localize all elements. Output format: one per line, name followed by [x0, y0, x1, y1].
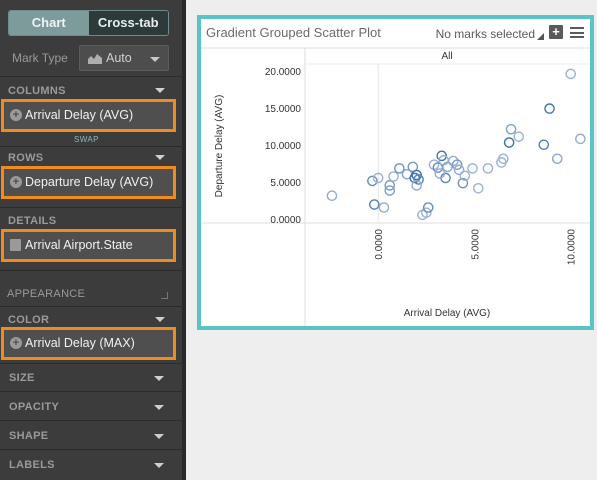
dimension-icon: [10, 239, 21, 251]
data-points[interactable]: [326, 68, 586, 221]
divider: [0, 146, 182, 147]
divider: [0, 76, 182, 77]
shape-shelf-header[interactable]: SHAPE: [0, 421, 182, 449]
chevron-down-icon: [155, 155, 165, 160]
scatter-point[interactable]: [422, 202, 434, 213]
rows-field-name: Departure Delay (AVG): [25, 175, 154, 189]
scatter-point[interactable]: [451, 159, 463, 170]
mark-type-control: Mark Type Auto: [8, 45, 169, 71]
chevron-down-icon: [150, 57, 160, 62]
labels-label: LABELS: [9, 459, 55, 471]
scatter-point[interactable]: [544, 103, 555, 114]
x-tick-label: 0.0000: [374, 229, 385, 260]
color-shelf-header[interactable]: COLOR: [8, 313, 169, 327]
details-label: DETAILS: [8, 215, 57, 227]
scatter-plot: All 0.0000 5.0000 10.0000 15.0000 20.0000 0.…: [201, 47, 590, 326]
scatter-point[interactable]: [467, 163, 478, 174]
scatter-point[interactable]: [378, 202, 390, 213]
x-axis-ticks: 0.0000 5.0000 10.0000: [374, 229, 578, 266]
swap-button[interactable]: SWAP: [74, 135, 99, 144]
mark-type-value: Auto: [106, 51, 132, 65]
mark-type-label: Mark Type: [12, 51, 68, 65]
size-shelf-header[interactable]: SIZE: [0, 363, 182, 391]
scatter-point[interactable]: [369, 199, 380, 210]
shelf-panel: Chart Cross-tab Mark Type Auto COLUMNS +…: [0, 0, 182, 480]
scatter-point[interactable]: [513, 131, 525, 142]
y-axis-label: Departure Delay (AVG): [214, 95, 225, 198]
tab-chart[interactable]: Chart: [9, 11, 89, 35]
chevron-down-icon: [155, 88, 165, 93]
chevron-down-icon: [154, 463, 164, 468]
y-tick-label: 5.0000: [270, 178, 301, 189]
chevron-down-icon: [155, 317, 165, 322]
chevron-down-icon: [154, 434, 164, 439]
scatter-point[interactable]: [473, 183, 484, 194]
y-axis-ticks: 0.0000 5.0000 10.0000 15.0000 20.0000: [265, 67, 302, 226]
appearance-label: APPEARANCE: [7, 288, 86, 300]
area-chart-icon: [88, 54, 102, 64]
divider: [0, 270, 182, 271]
columns-field-name: Arrival Delay (AVG): [25, 108, 134, 122]
resize-grip-icon[interactable]: [161, 292, 168, 299]
columns-shelf-header[interactable]: COLUMNS: [8, 84, 169, 98]
facet-label: All: [441, 51, 452, 62]
opacity-shelf-header[interactable]: OPACITY: [0, 392, 182, 420]
view-tabs: Chart Cross-tab: [8, 10, 169, 36]
panel-splitter[interactable]: [182, 0, 186, 480]
scatter-point[interactable]: [505, 123, 517, 135]
measure-icon: +: [10, 109, 22, 121]
scatter-point[interactable]: [447, 155, 459, 167]
details-field-name: Arrival Airport.State: [25, 238, 133, 252]
divider: [0, 306, 182, 307]
x-tick-label: 10.0000: [567, 229, 578, 266]
columns-field-pill[interactable]: + Arrival Delay (AVG): [1, 99, 176, 132]
y-tick-label: 0.0000: [270, 215, 301, 226]
chevron-down-icon: [154, 405, 164, 410]
scatter-point[interactable]: [565, 68, 577, 80]
scatter-point[interactable]: [388, 171, 399, 182]
scatter-point[interactable]: [575, 133, 586, 145]
columns-label: COLUMNS: [8, 85, 66, 97]
opacity-label: OPACITY: [9, 401, 60, 413]
rows-label: ROWS: [8, 152, 44, 164]
mark-type-select[interactable]: Auto: [79, 45, 169, 71]
x-tick-label: 5.0000: [470, 229, 481, 260]
rows-field-pill[interactable]: + Departure Delay (AVG): [1, 166, 176, 199]
divider: [0, 207, 182, 208]
scatter-point[interactable]: [453, 164, 465, 176]
y-tick-label: 10.0000: [265, 141, 302, 152]
y-tick-label: 15.0000: [265, 104, 302, 115]
scatter-point[interactable]: [326, 190, 338, 201]
details-shelf-header[interactable]: DETAILS: [8, 214, 169, 228]
chart-card: Gradient Grouped Scatter Plot No marks s…: [197, 15, 594, 330]
scatter-point[interactable]: [551, 153, 563, 165]
rows-shelf-header[interactable]: ROWS: [8, 151, 169, 165]
details-field-pill[interactable]: Arrival Airport.State: [1, 229, 176, 262]
size-label: SIZE: [9, 372, 35, 384]
appearance-header[interactable]: APPEARANCE: [0, 282, 182, 306]
tab-cross-tab[interactable]: Cross-tab: [88, 11, 168, 35]
shape-label: SHAPE: [9, 430, 49, 442]
labels-shelf-header[interactable]: LABELS: [0, 450, 182, 478]
color-field-pill[interactable]: + Arrival Delay (MAX): [1, 327, 176, 360]
plot-frame: [201, 47, 590, 326]
scatter-point[interactable]: [503, 137, 515, 148]
color-label: COLOR: [8, 314, 50, 326]
scatter-point[interactable]: [482, 163, 494, 174]
chevron-down-icon: [154, 376, 164, 381]
measure-icon: +: [10, 337, 22, 349]
y-tick-label: 20.0000: [265, 67, 302, 78]
x-axis-label: Arrival Delay (AVG): [404, 308, 491, 319]
scatter-point[interactable]: [538, 139, 550, 151]
measure-icon: +: [10, 176, 22, 188]
color-field-name: Arrival Delay (MAX): [25, 336, 135, 350]
